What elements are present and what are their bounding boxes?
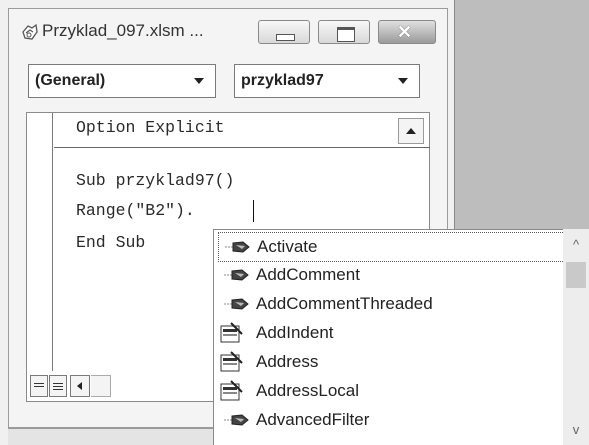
autocomplete-item-label: AddCommentThreaded — [256, 294, 433, 313]
autocomplete-item[interactable]: Activate — [218, 232, 565, 262]
procedure-view-button[interactable] — [30, 375, 48, 397]
property-icon — [220, 322, 243, 343]
maximize-button[interactable] — [318, 20, 370, 44]
autocomplete-item[interactable]: AddComment — [218, 261, 563, 289]
procedure-separator — [54, 147, 430, 148]
autocomplete-item-label: AddComment — [256, 265, 360, 284]
autocomplete-item[interactable]: AddressLocal — [218, 377, 563, 405]
code-line[interactable]: Range("B2"). — [76, 201, 195, 220]
object-dropdown-value: (General) — [35, 72, 106, 89]
scroll-up-button[interactable] — [398, 118, 424, 144]
property-icon — [220, 351, 243, 372]
autocomplete-item-label: AddressLocal — [256, 381, 360, 400]
procedure-dropdown[interactable]: przyklad97 — [234, 64, 420, 98]
autocomplete-item-label: Address — [256, 352, 319, 371]
autocomplete-item[interactable]: Address — [218, 348, 563, 376]
code-line[interactable]: Sub przyklad97() — [76, 171, 234, 190]
chevron-up-icon[interactable]: ^ — [563, 232, 589, 258]
maximize-icon — [337, 27, 355, 42]
close-icon: ✕ — [397, 22, 413, 42]
method-icon — [224, 269, 249, 281]
window-title: Przyklad_097.xlsm ... — [42, 21, 204, 40]
margin-indicator-bar[interactable] — [27, 113, 53, 371]
full-module-view-button[interactable] — [49, 375, 67, 397]
autocomplete-item[interactable]: AdvancedFilter — [218, 406, 563, 434]
method-icon — [224, 298, 249, 310]
minimize-button[interactable] — [258, 20, 310, 44]
method-icon — [224, 414, 249, 426]
chevron-down-icon[interactable] — [390, 68, 416, 94]
property-icon — [220, 380, 243, 401]
autocomplete-item-label: AdvancedFilter — [256, 410, 370, 429]
autocomplete-list[interactable]: Activate AddComment AddCommentThreaded A… — [213, 229, 589, 445]
chevron-down-icon[interactable]: v — [563, 417, 589, 443]
autocomplete-item[interactable]: AddCommentThreaded — [218, 290, 563, 318]
autocomplete-item-label: Activate — [257, 237, 318, 256]
minimize-icon — [276, 34, 295, 41]
procedure-dropdown-value: przyklad97 — [241, 72, 324, 89]
code-line[interactable]: Option Explicit — [76, 118, 225, 137]
vba-code-module-icon — [22, 23, 38, 40]
autocomplete-item-label: AddIndent — [256, 323, 334, 342]
text-caret — [253, 200, 254, 222]
close-button[interactable]: ✕ — [378, 20, 436, 44]
scrollbar-thumb[interactable] — [566, 262, 586, 288]
scroll-left-button[interactable] — [70, 375, 90, 397]
method-icon — [225, 241, 250, 253]
chevron-down-icon[interactable] — [186, 68, 212, 94]
code-line[interactable]: End Sub — [76, 233, 145, 252]
object-dropdown[interactable]: (General) — [28, 64, 216, 98]
horizontal-scrollbar-track[interactable] — [91, 375, 111, 397]
autocomplete-item[interactable]: AddIndent — [218, 319, 563, 347]
